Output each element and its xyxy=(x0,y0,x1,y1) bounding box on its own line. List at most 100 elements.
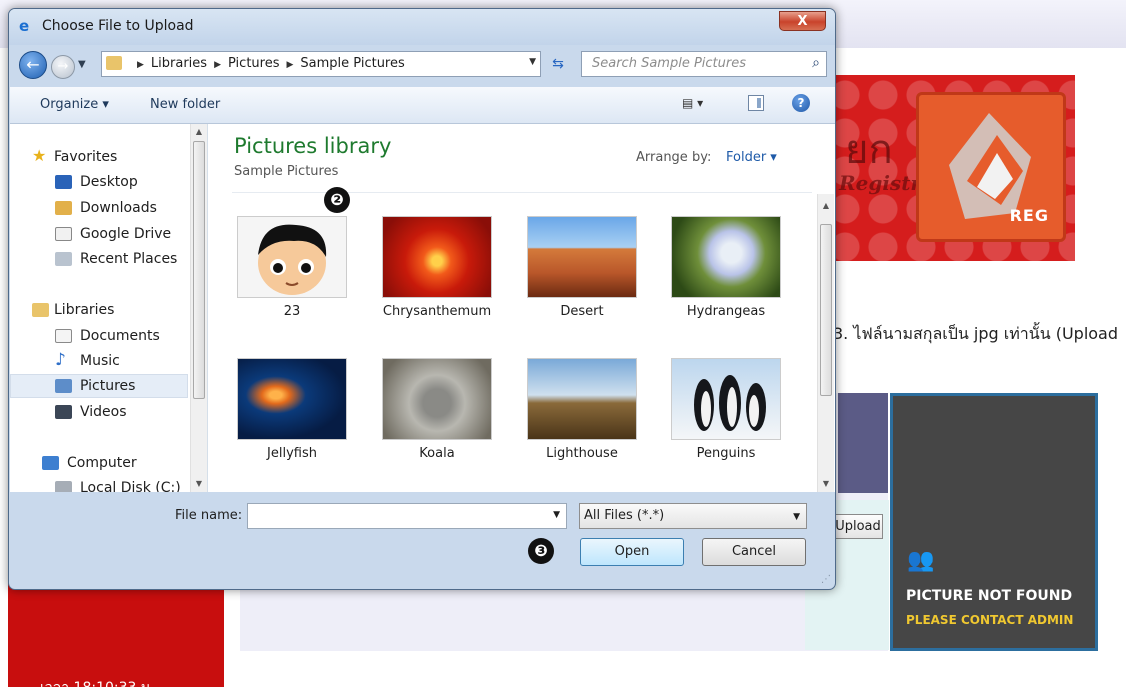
cancel-button[interactable]: Cancel xyxy=(702,538,806,566)
content-divider xyxy=(232,192,812,193)
file-item-jellyfish[interactable]: Jellyfish xyxy=(227,350,357,470)
navigation-scrollbar[interactable]: ▲ ▼ xyxy=(190,124,207,492)
nav-desktop-label: Desktop xyxy=(80,174,138,190)
pictures-icon xyxy=(55,379,72,393)
nav-documents[interactable]: Documents xyxy=(10,324,188,348)
penguins-image xyxy=(694,375,766,431)
nav-pictures[interactable]: Pictures xyxy=(10,374,188,398)
nav-libraries[interactable]: Libraries xyxy=(10,298,188,322)
nav-desktop[interactable]: Desktop xyxy=(10,170,188,194)
time-text: เวลา 18:10:33 น. xyxy=(40,680,155,696)
dialog-titlebar[interactable]: e Choose File to Upload X xyxy=(9,9,835,45)
address-dropdown-icon[interactable]: ▼ xyxy=(529,57,536,67)
computer-icon xyxy=(42,456,59,470)
file-item-penguins[interactable]: Penguins xyxy=(661,350,791,470)
help-icon[interactable]: ? xyxy=(792,94,810,112)
local-disk-icon xyxy=(55,481,72,492)
scroll-down-icon[interactable]: ▼ xyxy=(191,476,207,492)
back-button[interactable]: ← xyxy=(19,51,47,79)
file-name: 23 xyxy=(283,304,301,319)
file-item-desert[interactable]: Desert xyxy=(517,208,647,328)
file-name: Lighthouse xyxy=(546,446,618,461)
folder-icon xyxy=(106,56,122,70)
file-item-23[interactable]: 23 xyxy=(227,208,357,328)
nav-music-label: Music xyxy=(80,353,120,369)
nav-local-disk[interactable]: Local Disk (C:) xyxy=(10,476,188,492)
navigation-row: ← → ▼ ▶ Libraries ▶ Pictures ▶ Sample Picture… xyxy=(9,47,835,83)
new-folder-button[interactable]: New folder xyxy=(150,97,220,112)
library-title: Pictures library xyxy=(234,134,392,158)
refresh-icon[interactable]: ⇆ xyxy=(546,53,570,75)
nav-music[interactable]: ♪ Music xyxy=(10,349,188,373)
nav-recent-places-label: Recent Places xyxy=(80,251,178,267)
file-thumbnail xyxy=(237,216,347,298)
nav-favorites[interactable]: ★ Favorites xyxy=(10,145,188,169)
file-item-hydrangeas[interactable]: Hydrangeas xyxy=(661,208,791,328)
file-thumbnail xyxy=(527,216,637,298)
nav-favorites-label: Favorites xyxy=(54,149,118,165)
file-name: Chrysanthemum xyxy=(382,304,492,319)
file-thumbnail xyxy=(237,358,347,440)
file-name: Koala xyxy=(419,446,455,461)
recent-pages-dropdown-icon[interactable]: ▼ xyxy=(78,59,86,70)
breadcrumb-sample-pictures[interactable]: Sample Pictures xyxy=(300,56,404,71)
nav-recent-places[interactable]: Recent Places xyxy=(10,247,188,271)
file-name: Penguins xyxy=(696,446,756,461)
nav-documents-label: Documents xyxy=(80,328,160,344)
search-input[interactable]: Search Sample Pictures ⌕ xyxy=(581,51,827,77)
breadcrumb-libraries[interactable]: Libraries xyxy=(151,56,207,71)
file-name-label: File name: xyxy=(175,508,243,523)
file-item-lighthouse[interactable]: Lighthouse xyxy=(517,350,647,470)
file-item-koala[interactable]: Koala xyxy=(372,350,502,470)
open-button[interactable]: Open xyxy=(580,538,684,566)
breadcrumb-pictures[interactable]: Pictures xyxy=(228,56,279,71)
google-drive-icon xyxy=(55,227,72,241)
breadcrumb-arrow-icon: ▶ xyxy=(214,60,221,70)
scrollbar-thumb[interactable] xyxy=(193,141,205,399)
nav-google-drive[interactable]: Google Drive xyxy=(10,222,188,246)
file-thumbnail xyxy=(671,358,781,440)
file-item-chrysanthemum[interactable]: Chrysanthemum xyxy=(372,208,502,328)
scroll-up-icon[interactable]: ▲ xyxy=(191,124,207,140)
file-name-input[interactable]: ▼ xyxy=(247,503,567,529)
documents-icon xyxy=(55,329,72,343)
breadcrumb-arrow-icon: ▶ xyxy=(137,60,144,70)
organize-menu[interactable]: Organize ▾ xyxy=(40,97,109,112)
reg-logo: REG xyxy=(916,92,1066,242)
file-name: Desert xyxy=(560,304,604,319)
nav-videos[interactable]: Videos xyxy=(10,400,188,424)
file-list-pane: Pictures library Sample Pictures Arrange… xyxy=(208,124,835,492)
scrollbar-thumb[interactable] xyxy=(820,224,832,396)
arrange-by-label: Arrange by: xyxy=(636,150,712,165)
address-bar[interactable]: ▶ Libraries ▶ Pictures ▶ Sample Pictures ▼ xyxy=(101,51,541,77)
file-name-dropdown-icon[interactable]: ▼ xyxy=(553,510,560,520)
file-type-select[interactable]: All Files (*.*) ▼ xyxy=(579,503,807,529)
upload-button[interactable]: Upload xyxy=(829,514,883,539)
resize-grip-icon[interactable]: ⋰ xyxy=(821,574,831,585)
nav-pictures-label: Pictures xyxy=(80,378,136,394)
step-3-badge: ❸ xyxy=(528,538,554,564)
arrange-by-dropdown[interactable]: Folder ▾ xyxy=(726,150,777,165)
navigation-pane: ★ Favorites Desktop Downloads Google Dri… xyxy=(10,124,208,492)
nav-videos-label: Videos xyxy=(80,404,127,420)
choose-file-dialog: e Choose File to Upload X ← → ▼ ▶ Librari… xyxy=(8,8,836,590)
contact-admin-text: PLEASE CONTACT ADMIN xyxy=(906,613,1074,627)
preview-pane-icon[interactable] xyxy=(748,95,764,111)
scroll-down-icon[interactable]: ▼ xyxy=(818,476,834,492)
nav-local-disk-label: Local Disk (C:) xyxy=(80,480,181,492)
nav-computer-label: Computer xyxy=(67,455,137,471)
file-list-scrollbar[interactable]: ▲ ▼ xyxy=(817,194,834,492)
forward-button[interactable]: → xyxy=(51,55,75,79)
recent-places-icon xyxy=(55,252,72,266)
file-thumbnail xyxy=(671,216,781,298)
command-toolbar: Organize ▾ New folder ▤ ▾ ? xyxy=(10,87,835,124)
nav-downloads[interactable]: Downloads xyxy=(10,196,188,220)
library-subtitle: Sample Pictures xyxy=(234,164,339,179)
change-view-icon[interactable]: ▤ ▾ xyxy=(682,96,710,112)
scroll-up-icon[interactable]: ▲ xyxy=(818,198,834,214)
nav-computer[interactable]: Computer xyxy=(10,451,188,475)
dialog-title: Choose File to Upload xyxy=(42,18,194,34)
close-button[interactable]: X xyxy=(779,11,826,31)
breadcrumb-arrow-icon: ▶ xyxy=(286,60,294,70)
search-icon[interactable]: ⌕ xyxy=(812,55,820,71)
